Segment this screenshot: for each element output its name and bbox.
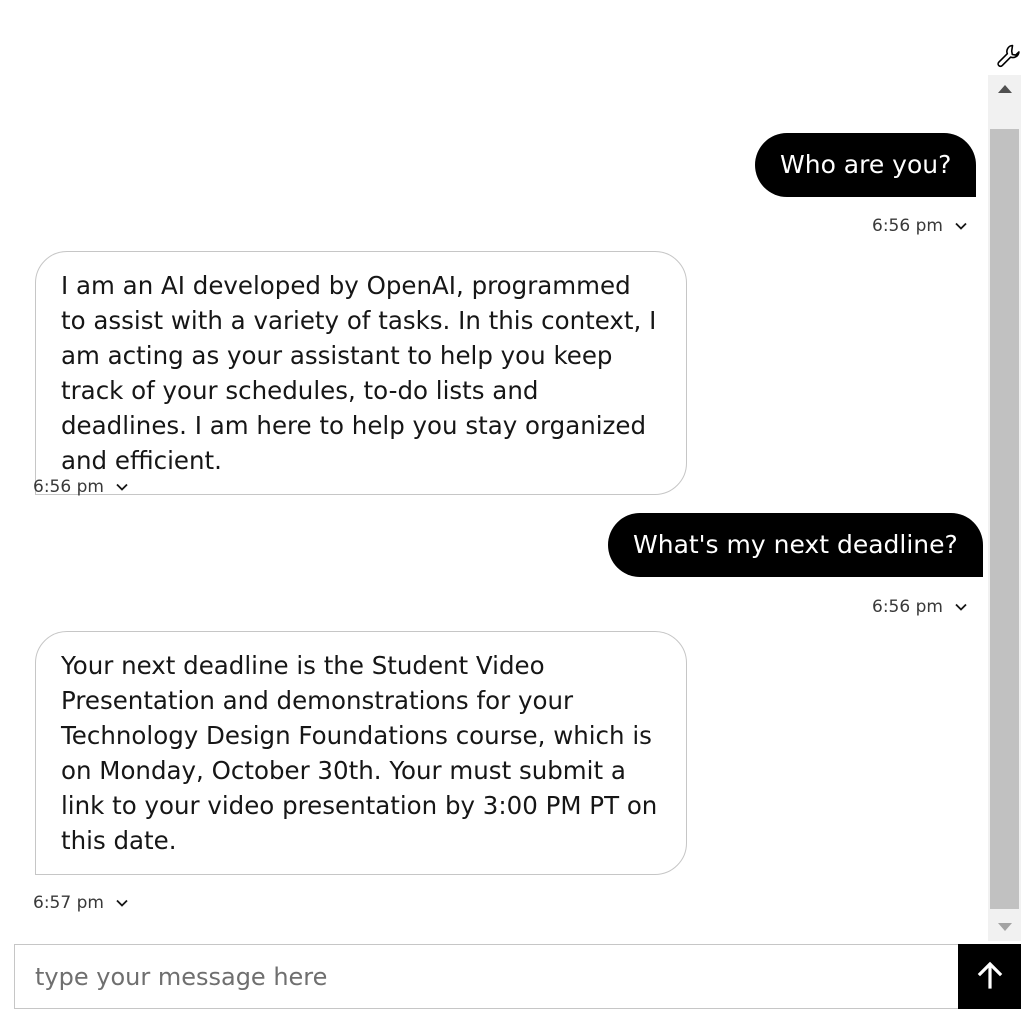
timestamp-text: 6:57 pm xyxy=(33,893,104,913)
chat-transcript: Who are you? 6:56 pm I am an AI develope… xyxy=(0,75,988,935)
timestamp-text: 6:56 pm xyxy=(33,477,104,497)
user-message-bubble: Who are you? xyxy=(755,133,977,197)
wrench-icon xyxy=(996,43,1022,73)
assistant-message-bubble: I am an AI developed by OpenAI, programm… xyxy=(35,251,687,495)
scrollbar-thumb[interactable] xyxy=(990,129,1019,909)
message-text: I am an AI developed by OpenAI, programm… xyxy=(61,271,657,475)
message-text: What's my next deadline? xyxy=(633,530,958,559)
send-button[interactable] xyxy=(958,944,1021,1009)
settings-button[interactable] xyxy=(994,43,1024,73)
chevron-down-icon[interactable] xyxy=(955,603,967,611)
arrow-up-icon xyxy=(977,961,1003,993)
message-text: Who are you? xyxy=(780,150,952,179)
assistant-message-bubble: Your next deadline is the Student Video … xyxy=(35,631,687,875)
chat-scrollbar[interactable] xyxy=(988,75,1021,941)
message-text: Your next deadline is the Student Video … xyxy=(61,651,658,855)
message-timestamp: 6:56 pm xyxy=(872,214,967,238)
message-timestamp: 6:56 pm xyxy=(872,595,967,619)
message-composer xyxy=(14,944,1021,1009)
chevron-down-icon[interactable] xyxy=(116,899,128,907)
chevron-down-icon[interactable] xyxy=(955,222,967,230)
scroll-down-arrow-icon[interactable] xyxy=(988,913,1021,941)
timestamp-text: 6:56 pm xyxy=(872,597,943,617)
message-timestamp: 6:57 pm xyxy=(33,891,128,915)
timestamp-text: 6:56 pm xyxy=(872,216,943,236)
user-message-bubble: What's my next deadline? xyxy=(608,513,983,577)
message-timestamp: 6:56 pm xyxy=(33,475,128,499)
message-input[interactable] xyxy=(15,945,958,1008)
chevron-down-icon[interactable] xyxy=(116,483,128,491)
scroll-up-arrow-icon[interactable] xyxy=(988,75,1021,103)
